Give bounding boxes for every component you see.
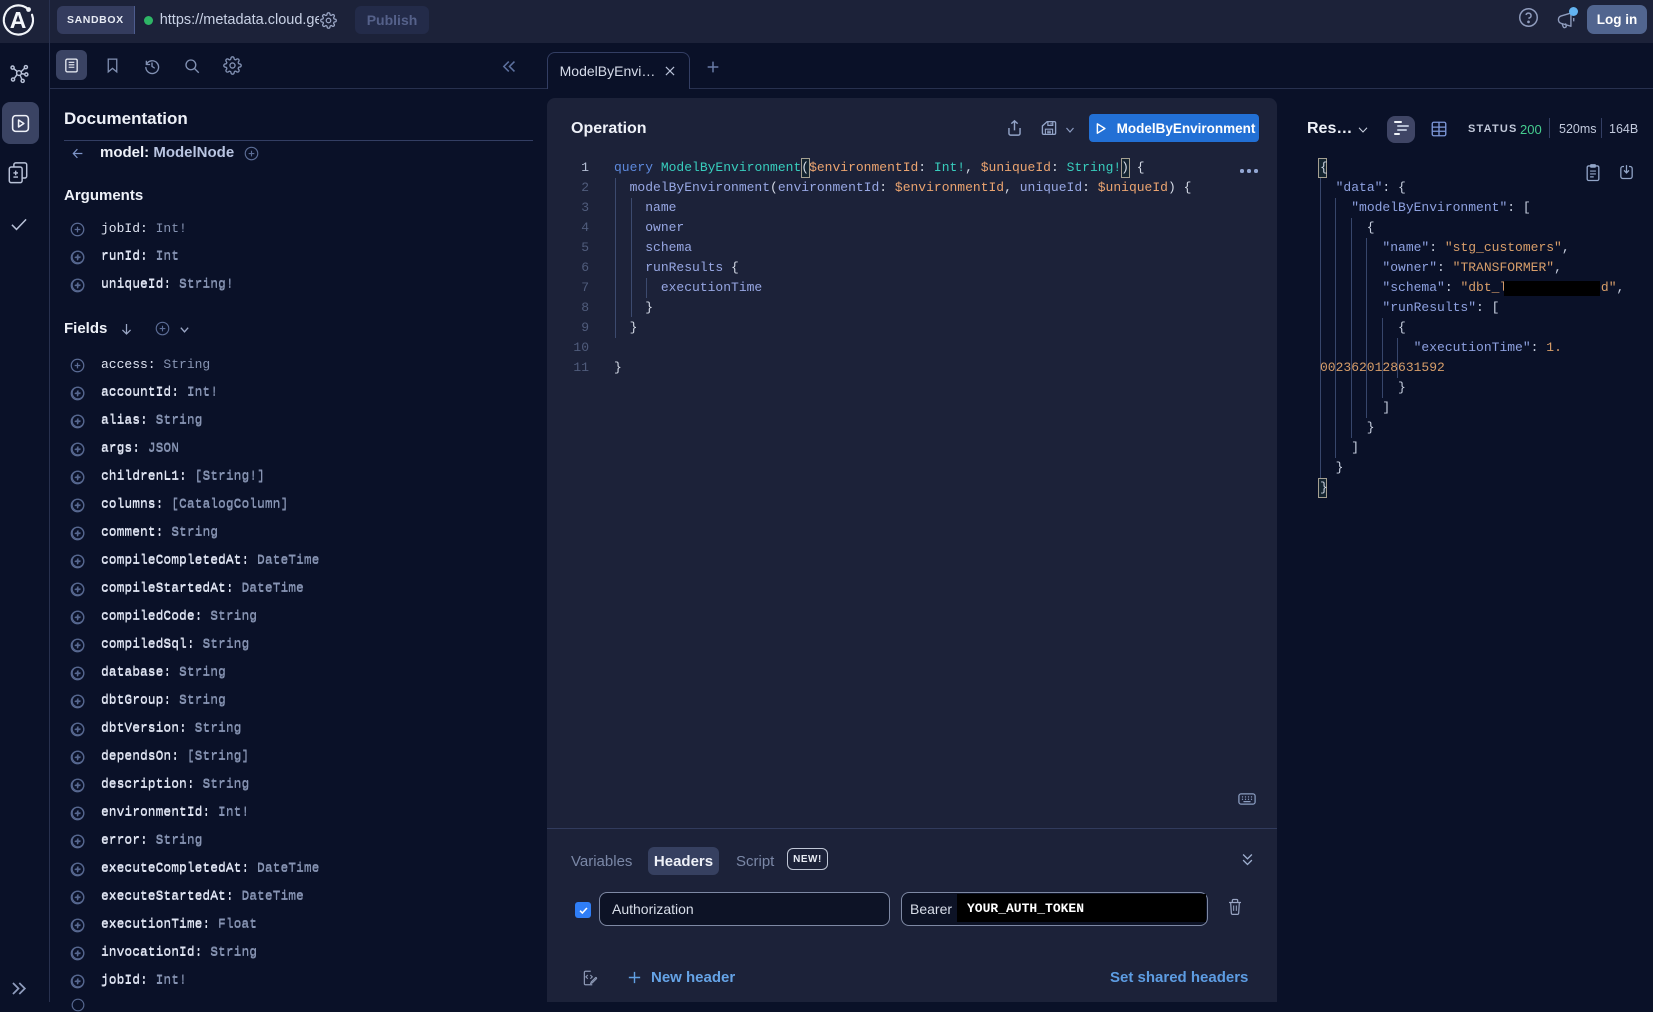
svg-text:A: A	[10, 7, 27, 33]
